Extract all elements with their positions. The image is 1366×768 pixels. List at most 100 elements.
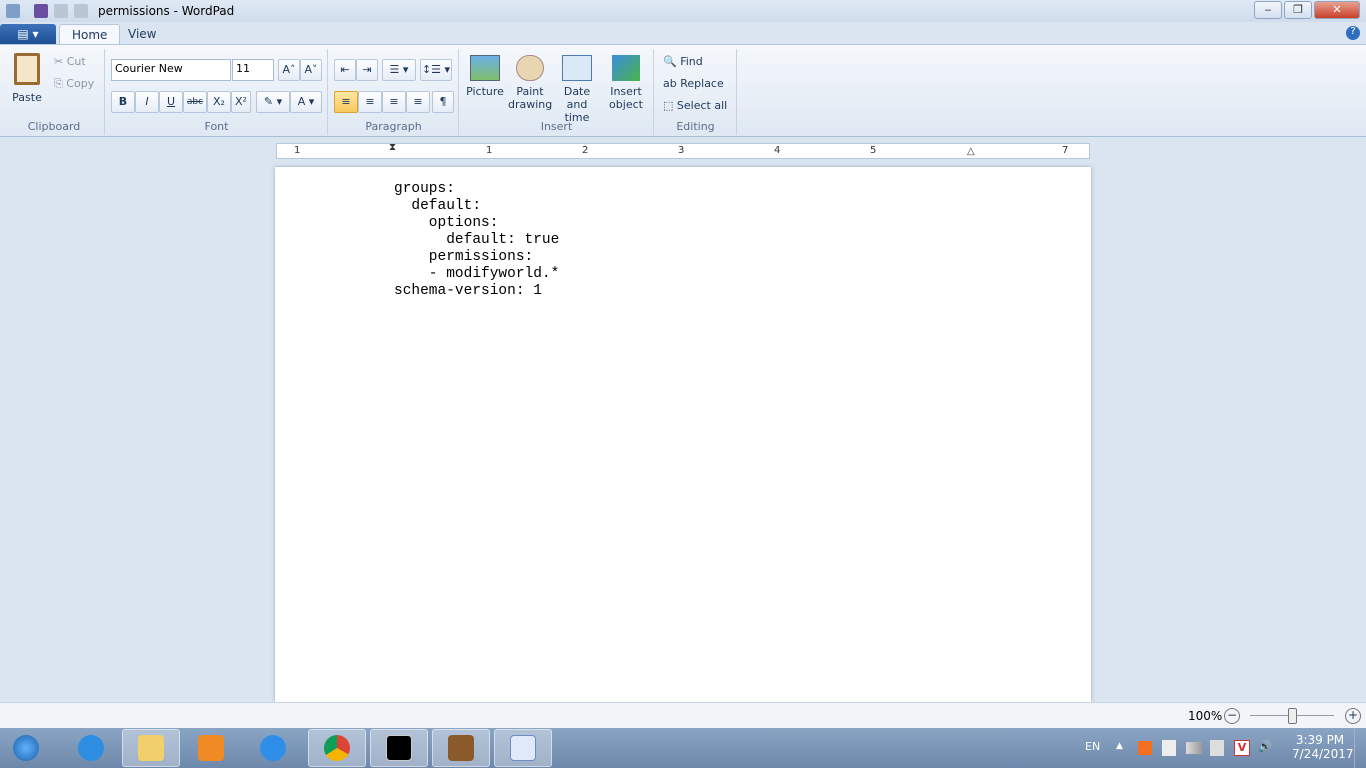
undo-icon[interactable] [54, 4, 68, 18]
file-menu-button[interactable]: ▤ ▾ [0, 24, 56, 44]
insert-object-button[interactable]: Insert object [604, 55, 648, 111]
editing-group-label: Editing [676, 120, 715, 133]
tab-home[interactable]: Home [59, 24, 121, 45]
replace-button[interactable]: ab Replace [663, 77, 724, 90]
cut-button[interactable]: ✂ Cut [54, 55, 86, 68]
calendar-icon [562, 55, 592, 81]
taskbar-wordpad[interactable] [494, 729, 552, 767]
ruler-label: 7 [1062, 145, 1069, 156]
minimize-button[interactable]: ‒ [1254, 1, 1282, 19]
redo-icon[interactable] [74, 4, 88, 18]
document-text[interactable]: groups: default: options: default: true … [394, 181, 559, 300]
power-icon[interactable] [1210, 740, 1224, 756]
decrease-indent-button[interactable]: ⇤ [334, 59, 356, 81]
clock[interactable]: 3:39 PM 7/24/2017 [1292, 733, 1354, 761]
taskbar-minecraft[interactable] [432, 729, 490, 767]
taskbar-explorer[interactable] [122, 729, 180, 767]
wordpad-app-icon[interactable] [6, 4, 20, 18]
folder-icon [138, 735, 164, 761]
grow-font-button[interactable]: A˄ [278, 59, 300, 81]
select-all-icon: ⬚ [663, 99, 674, 112]
strikethrough-button[interactable]: abc [183, 91, 207, 113]
shrink-font-button[interactable]: A˅ [300, 59, 322, 81]
font-family-select[interactable]: Courier New [111, 59, 231, 81]
insert-picture-button[interactable]: Picture [464, 55, 506, 98]
taskbar-media-player[interactable] [182, 729, 240, 767]
text-color-button[interactable]: A ▾ [290, 91, 322, 113]
binoculars-icon: 🔍 [663, 55, 677, 68]
date-time-button[interactable]: Date and time [554, 55, 600, 124]
italic-button[interactable]: I [135, 91, 159, 113]
tab-view[interactable]: View [116, 24, 168, 45]
network-icon[interactable] [1186, 742, 1202, 754]
justify-button[interactable]: ≡ [406, 91, 430, 113]
language-indicator[interactable]: EN [1085, 740, 1100, 753]
align-center-button[interactable]: ≡ [358, 91, 382, 113]
help-icon[interactable]: ? [1346, 26, 1360, 40]
datetime-label: Date and time [563, 85, 591, 124]
taskbar-cmd[interactable] [370, 729, 428, 767]
highlight-color-button[interactable]: ✎ ▾ [256, 91, 290, 113]
app-icon [260, 735, 286, 761]
windows-logo-icon [13, 735, 39, 761]
paste-button[interactable]: Paste [8, 53, 46, 104]
ruler-label: 2 [582, 145, 589, 156]
maximize-button[interactable]: ❐ [1284, 1, 1312, 19]
select-all-button[interactable]: ⬚ Select all [663, 99, 727, 112]
line-spacing-button[interactable]: ↕☰ ▾ [420, 59, 452, 81]
ie-icon [78, 735, 104, 761]
text-line: permissions: [394, 249, 534, 265]
ruler-label: 4 [774, 145, 781, 156]
text-line: schema-version: 1 [394, 283, 542, 299]
avast-icon[interactable] [1138, 741, 1152, 755]
underline-button[interactable]: U [159, 91, 183, 113]
clipboard-icon [14, 53, 40, 85]
wordpad-icon [510, 735, 536, 761]
close-button[interactable]: ✕ [1314, 1, 1360, 19]
paragraph-settings-button[interactable]: ¶ [432, 91, 454, 113]
superscript-button[interactable]: X² [231, 91, 251, 113]
align-right-button[interactable]: ≡ [382, 91, 406, 113]
volume-icon[interactable]: 🔊 [1258, 740, 1272, 753]
right-indent-marker[interactable]: △ [967, 146, 975, 157]
paint-drawing-button[interactable]: Paint drawing [508, 55, 552, 111]
copy-label: Copy [66, 77, 95, 90]
paint-label: Paint drawing [508, 85, 553, 111]
bold-button[interactable]: B [111, 91, 135, 113]
antivirus-icon[interactable]: V [1234, 740, 1250, 756]
text-line: - modifyworld.* [394, 266, 560, 282]
find-button[interactable]: 🔍 Find [663, 55, 703, 68]
replace-icon: ab [663, 77, 677, 90]
subscript-button[interactable]: X₂ [207, 91, 231, 113]
taskbar-chrome[interactable] [308, 729, 366, 767]
show-hidden-icons-button[interactable]: ▲ [1116, 741, 1123, 751]
text-line: options: [394, 215, 499, 231]
start-button[interactable] [0, 729, 52, 767]
replace-label: Replace [680, 77, 724, 90]
copy-button[interactable]: ⎘ Copy [54, 77, 94, 91]
taskbar: EN ▲ V 🔊 3:39 PM 7/24/2017 [0, 728, 1366, 768]
ruler-label: 5 [870, 145, 877, 156]
zoom-in-button[interactable]: + [1345, 708, 1361, 724]
bullet-list-button[interactable]: ☰ ▾ [382, 59, 416, 81]
save-icon[interactable] [34, 4, 48, 18]
document-page[interactable]: groups: default: options: default: true … [275, 167, 1091, 702]
clipboard-group-label: Clipboard [27, 120, 81, 133]
ruler[interactable]: 1 ⧗ 1 2 3 4 5 △ 7 [276, 142, 1090, 159]
zoom-slider-thumb[interactable] [1288, 708, 1297, 724]
show-desktop-button[interactable] [1354, 728, 1366, 768]
clock-time: 3:39 PM [1295, 733, 1345, 747]
taskbar-ie[interactable] [62, 729, 120, 767]
paragraph-group-label: Paragraph [365, 120, 422, 133]
object-label: Insert object [609, 85, 643, 111]
chrome-icon [324, 735, 350, 761]
increase-indent-button[interactable]: ⇥ [356, 59, 378, 81]
align-left-button[interactable]: ≡ [334, 91, 358, 113]
zoom-out-button[interactable]: − [1224, 708, 1240, 724]
text-line: default: [394, 198, 482, 214]
taskbar-app[interactable] [244, 729, 302, 767]
object-icon [612, 55, 640, 81]
font-size-select[interactable]: 11 [232, 59, 274, 81]
indent-marker[interactable]: ⧗ [389, 142, 396, 153]
action-center-icon[interactable] [1162, 740, 1176, 756]
